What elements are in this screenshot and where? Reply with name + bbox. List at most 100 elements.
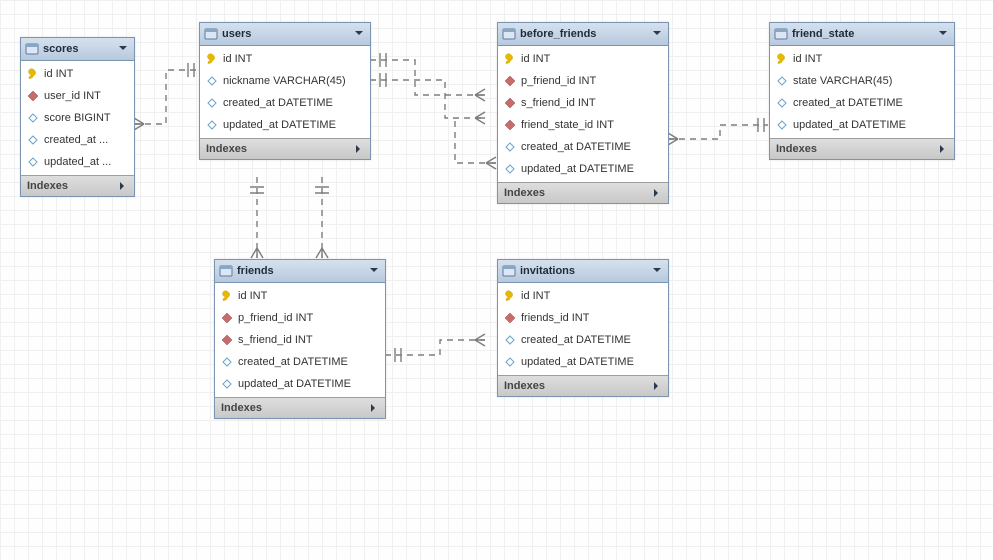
entity-users[interactable]: users id INT nickname VARCHAR(45) create… bbox=[199, 22, 371, 160]
column-label: updated_at DATETIME bbox=[223, 119, 336, 131]
column-list: id INT nickname VARCHAR(45) created_at D… bbox=[200, 46, 370, 138]
column-row[interactable]: p_friend_id INT bbox=[215, 307, 385, 329]
column-row[interactable]: created_at ... bbox=[21, 129, 134, 151]
diamond-icon bbox=[221, 356, 233, 368]
column-row[interactable]: updated_at DATETIME bbox=[770, 114, 954, 136]
column-row[interactable]: created_at DATETIME bbox=[770, 92, 954, 114]
column-label: s_friend_id INT bbox=[521, 97, 596, 109]
column-row[interactable]: id INT bbox=[21, 63, 134, 85]
chevron-right-icon bbox=[369, 403, 379, 413]
diamond-icon bbox=[27, 156, 39, 168]
column-row[interactable]: id INT bbox=[215, 285, 385, 307]
table-icon bbox=[25, 42, 39, 56]
entity-title: friend_state bbox=[788, 28, 938, 40]
chevron-down-icon[interactable] bbox=[369, 265, 381, 277]
column-row[interactable]: s_friend_id INT bbox=[498, 92, 668, 114]
diamond-icon bbox=[504, 334, 516, 346]
column-label: created_at DATETIME bbox=[223, 97, 333, 109]
key-icon bbox=[776, 53, 788, 65]
chevron-right-icon bbox=[354, 144, 364, 154]
column-label: id INT bbox=[223, 53, 252, 65]
diamond-icon bbox=[504, 97, 516, 109]
chevron-down-icon[interactable] bbox=[652, 265, 664, 277]
chevron-right-icon bbox=[652, 188, 662, 198]
column-label: updated_at DATETIME bbox=[238, 378, 351, 390]
entity-friends[interactable]: friends id INT p_friend_id INT s_friend_… bbox=[214, 259, 386, 419]
column-label: state VARCHAR(45) bbox=[793, 75, 892, 87]
column-row[interactable]: p_friend_id INT bbox=[498, 70, 668, 92]
chevron-down-icon[interactable] bbox=[652, 28, 664, 40]
diamond-icon bbox=[221, 312, 233, 324]
chevron-right-icon bbox=[652, 381, 662, 391]
indexes-section[interactable]: Indexes bbox=[498, 182, 668, 203]
column-list: id INT p_friend_id INT s_friend_id INT f… bbox=[498, 46, 668, 182]
chevron-down-icon[interactable] bbox=[354, 28, 366, 40]
column-row[interactable]: created_at DATETIME bbox=[215, 351, 385, 373]
column-label: p_friend_id INT bbox=[238, 312, 313, 324]
column-label: created_at ... bbox=[44, 134, 108, 146]
entity-header[interactable]: scores bbox=[21, 38, 134, 61]
indexes-section[interactable]: Indexes bbox=[498, 375, 668, 396]
column-row[interactable]: created_at DATETIME bbox=[498, 329, 668, 351]
diamond-icon bbox=[504, 119, 516, 131]
column-row[interactable]: user_id INT bbox=[21, 85, 134, 107]
chevron-down-icon[interactable] bbox=[118, 43, 130, 55]
diamond-icon bbox=[206, 75, 218, 87]
chevron-down-icon[interactable] bbox=[938, 28, 950, 40]
chevron-right-icon bbox=[118, 181, 128, 191]
column-row[interactable]: nickname VARCHAR(45) bbox=[200, 70, 370, 92]
column-list: id INT p_friend_id INT s_friend_id INT c… bbox=[215, 283, 385, 397]
column-label: p_friend_id INT bbox=[521, 75, 596, 87]
column-row[interactable]: updated_at DATETIME bbox=[215, 373, 385, 395]
column-row[interactable]: id INT bbox=[498, 285, 668, 307]
diamond-icon bbox=[776, 97, 788, 109]
rel-users-friends-s bbox=[315, 177, 329, 258]
column-row[interactable]: friend_state_id INT bbox=[498, 114, 668, 136]
column-label: id INT bbox=[521, 53, 550, 65]
diamond-icon bbox=[27, 112, 39, 124]
column-label: id INT bbox=[793, 53, 822, 65]
entity-before-friends[interactable]: before_friends id INT p_friend_id INT s_… bbox=[497, 22, 669, 204]
key-icon bbox=[504, 53, 516, 65]
entity-title: scores bbox=[39, 43, 118, 55]
column-row[interactable]: friends_id INT bbox=[498, 307, 668, 329]
entity-header[interactable]: friend_state bbox=[770, 23, 954, 46]
diamond-icon bbox=[206, 97, 218, 109]
column-row[interactable]: created_at DATETIME bbox=[200, 92, 370, 114]
column-row[interactable]: state VARCHAR(45) bbox=[770, 70, 954, 92]
column-row[interactable]: score BIGINT bbox=[21, 107, 134, 129]
table-icon bbox=[204, 27, 218, 41]
column-label: updated_at ... bbox=[44, 156, 111, 168]
column-label: friend_state_id INT bbox=[521, 119, 614, 131]
diamond-icon bbox=[504, 163, 516, 175]
table-icon bbox=[774, 27, 788, 41]
entity-header[interactable]: invitations bbox=[498, 260, 668, 283]
entity-invitations[interactable]: invitations id INT friends_id INT create… bbox=[497, 259, 669, 397]
column-label: id INT bbox=[44, 68, 73, 80]
rel-friends-invitations bbox=[385, 334, 485, 362]
table-icon bbox=[219, 264, 233, 278]
entity-header[interactable]: before_friends bbox=[498, 23, 668, 46]
column-row[interactable]: id INT bbox=[498, 48, 668, 70]
entity-header[interactable]: users bbox=[200, 23, 370, 46]
entity-header[interactable]: friends bbox=[215, 260, 385, 283]
entity-scores[interactable]: scores id INT user_id INT score BIGINT c… bbox=[20, 37, 135, 197]
column-row[interactable]: id INT bbox=[770, 48, 954, 70]
rel-users-beforefriends-s bbox=[370, 73, 485, 124]
column-row[interactable]: updated_at ... bbox=[21, 151, 134, 173]
column-label: created_at DATETIME bbox=[521, 334, 631, 346]
column-row[interactable]: s_friend_id INT bbox=[215, 329, 385, 351]
entity-title: users bbox=[218, 28, 354, 40]
column-row[interactable]: id INT bbox=[200, 48, 370, 70]
entity-friend-state[interactable]: friend_state id INT state VARCHAR(45) cr… bbox=[769, 22, 955, 160]
key-icon bbox=[221, 290, 233, 302]
indexes-section[interactable]: Indexes bbox=[215, 397, 385, 418]
indexes-section[interactable]: Indexes bbox=[770, 138, 954, 159]
indexes-section[interactable]: Indexes bbox=[200, 138, 370, 159]
column-row[interactable]: created_at DATETIME bbox=[498, 136, 668, 158]
column-row[interactable]: updated_at DATETIME bbox=[498, 158, 668, 180]
indexes-section[interactable]: Indexes bbox=[21, 175, 134, 196]
column-row[interactable]: updated_at DATETIME bbox=[200, 114, 370, 136]
column-row[interactable]: updated_at DATETIME bbox=[498, 351, 668, 373]
diamond-icon bbox=[504, 356, 516, 368]
